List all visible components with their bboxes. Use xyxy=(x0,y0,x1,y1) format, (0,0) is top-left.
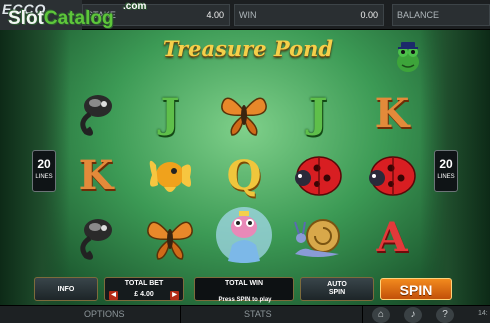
help-icon[interactable]: ? xyxy=(436,307,454,323)
win-label: WIN xyxy=(239,10,257,20)
watermark-com: .com xyxy=(123,1,147,12)
options-menu[interactable]: OPTIONS xyxy=(84,309,125,319)
lines-indicator-right: 20 LINES xyxy=(434,150,458,192)
reel-area[interactable]: K J Q J K A xyxy=(60,82,430,270)
auto-spin-label-1: AUTO xyxy=(327,281,347,288)
symbol-letter: K xyxy=(360,84,424,142)
auto-spin-button[interactable]: AUTO SPIN xyxy=(300,277,374,301)
game-stage: ECCO STAKE 4.00 WIN 0.00 BALANCE SlotCat… xyxy=(0,0,490,323)
tadpole-symbol-icon xyxy=(64,208,128,266)
lines-count: 20 xyxy=(37,157,51,171)
reel-5: K A xyxy=(356,82,428,270)
win-field: WIN 0.00 xyxy=(234,4,384,26)
spin-button[interactable]: SPIN xyxy=(380,278,452,300)
reel-5-row-3-letter: A xyxy=(376,213,408,261)
butterfly-symbol-icon xyxy=(212,84,276,142)
watermark-catalog: Catalog xyxy=(43,8,114,29)
symbol-letter: A xyxy=(360,208,424,266)
footer-bar: OPTIONS STATS ⌂ ♪ ? 14: xyxy=(0,305,490,323)
frog-princess-symbol-icon xyxy=(212,204,276,268)
butterfly-symbol-icon xyxy=(138,208,202,266)
stats-menu[interactable]: STATS xyxy=(244,309,272,319)
reel-2: J xyxy=(134,82,206,270)
reel-3-row-2-letter: Q xyxy=(226,151,262,199)
clock: 14: xyxy=(478,310,488,317)
snail-symbol-icon xyxy=(286,208,350,266)
lines-label: LINES xyxy=(437,174,455,180)
ladybird-symbol-icon xyxy=(286,146,350,204)
sound-icon[interactable]: ♪ xyxy=(404,307,422,323)
reel-1-row-2-letter: K xyxy=(78,151,114,199)
total-bet-value: £ 4.00 xyxy=(134,291,154,298)
watermark-slot: Slot xyxy=(8,8,44,29)
lines-count: 20 xyxy=(439,157,453,171)
footer-divider xyxy=(180,306,181,323)
symbol-letter: Q xyxy=(212,146,276,204)
footer-divider xyxy=(362,306,363,323)
lines-label: LINES xyxy=(35,174,53,180)
home-icon[interactable]: ⌂ xyxy=(372,307,390,323)
ladybird-symbol-icon xyxy=(360,146,424,204)
symbol-letter: K xyxy=(64,146,128,204)
balance-field: BALANCE xyxy=(392,4,490,26)
goldfish-symbol-icon xyxy=(138,146,202,204)
symbol-letter: J xyxy=(286,84,350,142)
bet-decrease-arrow-icon[interactable]: ◀ xyxy=(109,291,118,300)
auto-spin-label-2: SPIN xyxy=(328,289,346,296)
reel-4: J xyxy=(282,82,354,270)
symbol-letter: J xyxy=(138,84,202,142)
stake-value: 4.00 xyxy=(206,10,224,20)
total-bet-label: TOTAL BET xyxy=(124,280,164,287)
bet-increase-arrow-icon[interactable]: ▶ xyxy=(170,291,179,300)
reel-3: Q xyxy=(208,82,280,270)
balance-label: BALANCE xyxy=(397,10,440,20)
tadpole-symbol-icon xyxy=(64,84,128,142)
reel-2-row-1-letter: J xyxy=(160,89,180,137)
frog-mascot-icon xyxy=(397,42,419,72)
reel-4-row-1-letter: J xyxy=(308,89,328,137)
game-title: Treasure Pond xyxy=(162,36,334,61)
reel-1: K xyxy=(60,82,132,270)
slotcatalog-watermark: SlotCatalog .com xyxy=(8,1,146,30)
spin-prompt: Press SPIN to play xyxy=(218,297,272,303)
total-bet-panel: TOTAL BET ◀ £ 4.00 ▶ xyxy=(104,277,184,301)
total-win-label: TOTAL WIN xyxy=(224,280,264,287)
reel-5-row-1-letter: K xyxy=(374,89,410,137)
lines-indicator-left: 20 LINES xyxy=(32,150,56,192)
win-value: 0.00 xyxy=(360,10,378,20)
info-button[interactable]: INFO xyxy=(34,277,98,301)
